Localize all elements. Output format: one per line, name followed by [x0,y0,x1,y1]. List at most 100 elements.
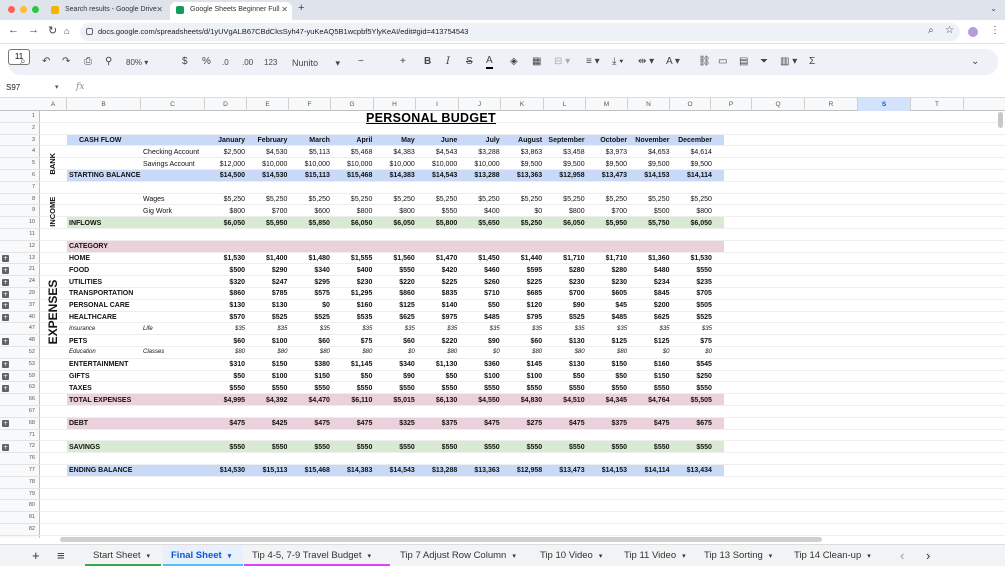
cell-value[interactable]: $60 [375,338,415,345]
cell-value[interactable]: $460 [460,267,500,274]
column-header-n[interactable]: N [628,98,670,111]
cell-value[interactable]: $550 [247,444,288,451]
column-header-q[interactable]: Q [752,98,805,111]
cell-value[interactable]: $525 [247,314,288,321]
percent-format-button[interactable]: % [202,54,211,70]
cell-value[interactable]: $550 [375,444,415,451]
strikethrough-button[interactable]: S [466,54,473,70]
cell-value[interactable]: $80 [247,349,287,355]
cell-value[interactable]: $860 [205,290,245,297]
sheet-tab-2[interactable]: Final Sheet ▾ [163,545,243,566]
row-header-67[interactable]: 67 [0,406,40,418]
reload-icon[interactable]: ↻ [48,24,57,37]
cell-value[interactable]: $35 [332,326,372,332]
filter-icon[interactable]: ⏷ [760,54,768,70]
row-header-11[interactable]: 11 [0,229,40,241]
cell-value[interactable]: $710 [460,290,500,297]
site-info-icon[interactable] [86,28,93,35]
cell-value[interactable]: $130 [205,302,245,309]
cell-value[interactable]: $550 [290,444,330,451]
cell-value[interactable]: $9,500 [672,161,712,168]
cell-value[interactable]: $425 [247,420,288,427]
cell-value[interactable]: $220 [417,338,458,345]
cell-value[interactable]: $234 [630,279,670,286]
cell-value[interactable]: $13,288 [460,172,499,179]
column-header-r[interactable]: R [805,98,858,111]
cell-value[interactable]: $700 [587,208,627,215]
cell-value[interactable]: $5,800 [417,220,457,227]
cell-value[interactable]: $5,250 [545,196,584,203]
cell-value[interactable]: $5,505 [672,397,712,404]
cell-value[interactable]: $5,250 [247,196,287,203]
cell-value[interactable]: $1,400 [247,255,287,262]
cell-value[interactable]: $10,000 [417,161,457,168]
cell-value[interactable]: $150 [247,361,288,368]
expand-group-icon[interactable]: + [2,443,9,451]
expand-group-icon[interactable]: + [2,361,9,369]
cell-value[interactable]: $1,295 [332,290,372,297]
cell-value[interactable]: $860 [375,290,415,297]
cell-value[interactable]: $400 [332,267,373,274]
vertical-align-icon[interactable]: ⤓ ▾ [612,54,623,70]
cell-value[interactable]: $700 [545,290,585,297]
cell-value[interactable]: $3,973 [587,149,627,156]
cell-value[interactable]: $150 [290,373,330,380]
cell-value[interactable]: $800 [205,208,245,215]
browser-tab-sheets[interactable]: Google Sheets Beginner Full ✕ [170,2,292,20]
cell-value[interactable]: $275 [502,420,543,427]
cell-value[interactable]: $5,250 [460,196,499,203]
cell-value[interactable]: $225 [502,279,543,286]
cell-value[interactable]: $380 [290,361,330,368]
tab-search-icon[interactable]: ⌄ [990,4,997,13]
decrease-decimal-button[interactable]: .0 [222,55,229,71]
cell-value[interactable]: $90 [375,373,415,380]
cell-value[interactable]: $100 [502,373,543,380]
zoom-select[interactable]: 80% ▾ [126,55,148,71]
cell-value[interactable]: $535 [332,314,373,321]
expand-group-icon[interactable]: + [2,314,9,322]
cell-value[interactable]: $90 [460,338,500,345]
column-header-p[interactable]: P [711,98,752,111]
cell-value[interactable]: $550 [630,444,670,451]
cell-value[interactable]: $525 [290,314,330,321]
more-formats-button[interactable]: 123 [264,55,277,71]
cell-value[interactable]: $0 [630,349,670,355]
cell-value[interactable]: $1,470 [417,255,457,262]
cell-value[interactable]: $225 [417,279,458,286]
cell-value[interactable]: $575 [290,290,330,297]
cell-value[interactable]: $35 [502,326,542,332]
cell-value[interactable]: $525 [545,314,585,321]
currency-format-button[interactable]: $ [182,54,188,70]
cell-value[interactable]: $80 [332,349,372,355]
maximize-window-icon[interactable] [32,6,39,13]
horizontal-scrollbar[interactable] [60,537,822,542]
cell-value[interactable]: $80 [205,349,245,355]
row-header-77[interactable]: 77 [0,465,40,477]
cell-value[interactable]: $570 [205,314,245,321]
cell-value[interactable]: $12,000 [205,161,245,168]
cell-value[interactable]: $485 [460,314,500,321]
cell-value[interactable]: $14,383 [375,172,414,179]
cell-value[interactable]: $15,468 [290,467,330,474]
cell-value[interactable]: $6,050 [672,220,712,227]
cell-value[interactable]: $125 [630,338,670,345]
cell-value[interactable]: $130 [545,361,585,368]
cell-value[interactable]: $1,560 [375,255,414,262]
row-header-47[interactable]: 47 [0,323,40,336]
cell-value[interactable]: $50 [205,373,245,380]
cell-value[interactable]: $550 [672,267,712,274]
cell-value[interactable]: $795 [502,314,543,321]
cell-value[interactable]: $5,950 [587,220,627,227]
cell-value[interactable]: $12,958 [502,467,542,474]
cell-value[interactable]: $50 [587,373,627,380]
vertical-scrollbar[interactable] [998,112,1003,128]
cell-value[interactable]: $550 [672,444,712,451]
cell-value[interactable]: $525 [672,314,712,321]
profile-avatar[interactable] [968,27,978,37]
column-header-a[interactable]: A [40,98,67,111]
insert-link-icon[interactable]: ⛓ [698,54,711,70]
cell-value[interactable]: $130 [247,302,288,309]
cell-value[interactable]: $550 [375,267,415,274]
add-sheet-button[interactable]: + [32,545,40,566]
bookmark-star-icon[interactable]: ☆ [945,25,954,36]
